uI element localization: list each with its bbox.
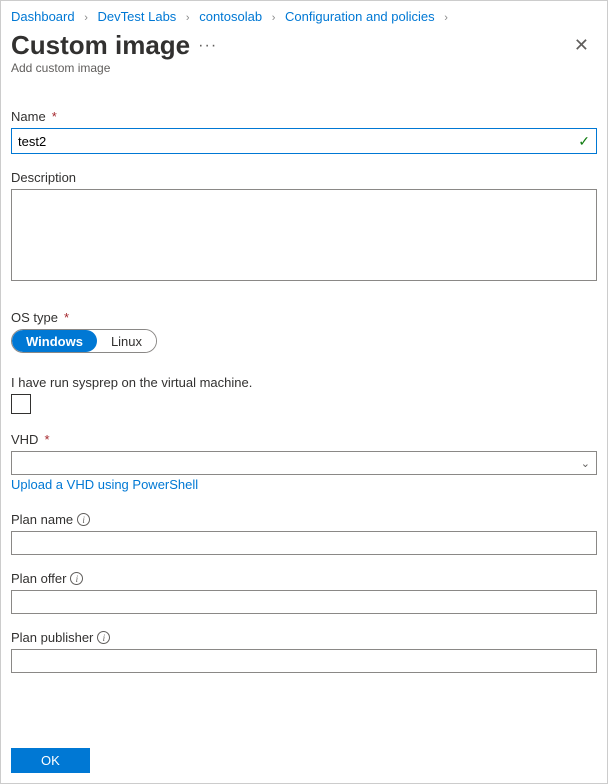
ostype-label: OS type* [11,310,597,325]
required-icon: * [64,310,69,325]
breadcrumb-dashboard[interactable]: Dashboard [11,9,75,24]
upload-vhd-link[interactable]: Upload a VHD using PowerShell [11,477,198,492]
name-input[interactable] [12,129,596,153]
breadcrumb-contosolab[interactable]: contosolab [199,9,262,24]
chevron-down-icon: ⌄ [581,457,590,470]
chevron-right-icon: › [186,12,190,24]
description-label: Description [11,170,597,185]
sysprep-checkbox[interactable] [11,394,31,414]
description-input[interactable] [11,189,597,281]
more-icon[interactable]: ··· [198,37,217,55]
ostype-toggle: Windows Linux [11,329,157,353]
vhd-select[interactable]: ⌄ [11,451,597,475]
sysprep-label: I have run sysprep on the virtual machin… [11,375,597,390]
breadcrumb: Dashboard › DevTest Labs › contosolab › … [1,1,607,28]
plan-offer-input[interactable] [11,590,597,614]
name-label: Name* [11,109,597,124]
chevron-right-icon: › [272,12,276,24]
plan-name-label: Plan name i [11,512,597,527]
plan-name-input[interactable] [11,531,597,555]
breadcrumb-devtestlabs[interactable]: DevTest Labs [98,9,177,24]
check-icon: ✓ [578,133,590,150]
chevron-right-icon: › [444,12,448,24]
plan-publisher-input[interactable] [11,649,597,673]
close-icon[interactable]: ✕ [566,31,597,60]
ostype-windows[interactable]: Windows [12,330,97,352]
required-icon: * [52,109,57,124]
plan-offer-label: Plan offer i [11,571,597,586]
vhd-label: VHD* [11,432,597,447]
name-input-wrap: ✓ [11,128,597,154]
required-icon: * [44,432,49,447]
plan-publisher-label: Plan publisher i [11,630,597,645]
breadcrumb-config-policies[interactable]: Configuration and policies [285,9,435,24]
footer: OK [11,748,90,773]
page-title: Custom image [11,30,190,61]
ostype-linux[interactable]: Linux [97,330,156,352]
ok-button[interactable]: OK [11,748,90,773]
info-icon[interactable]: i [77,513,90,526]
info-icon[interactable]: i [97,631,110,644]
info-icon[interactable]: i [70,572,83,585]
chevron-right-icon: › [84,12,88,24]
page-subtitle: Add custom image [1,61,607,93]
blade-header: Custom image ··· ✕ [1,28,607,61]
